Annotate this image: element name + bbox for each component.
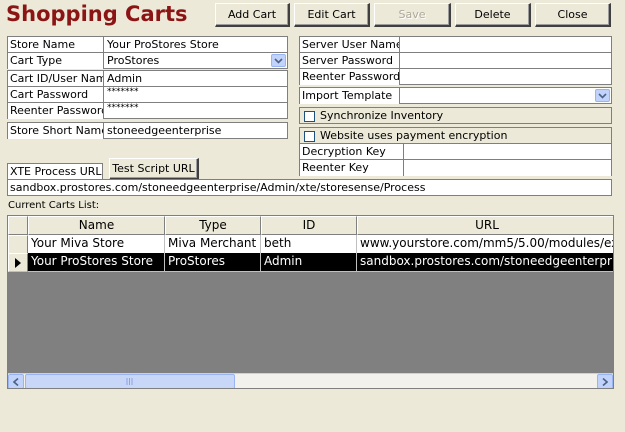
table-row[interactable]: Your Miva Store Miva Merchant beth www.y… — [8, 235, 613, 254]
row-selector-header — [8, 216, 28, 235]
short-name-panel: Store Short Name stoneedgeenterprise — [7, 122, 288, 139]
sync-inventory-checkbox[interactable] — [304, 111, 315, 122]
import-template-panel: Import Template — [299, 87, 612, 104]
cell-type: ProStores — [165, 253, 261, 272]
add-cart-button[interactable]: Add Cart — [215, 3, 290, 27]
cart-type-label: Cart Type — [8, 53, 104, 69]
import-template-select[interactable] — [400, 88, 611, 104]
test-script-url-label: Test Script URL — [112, 162, 195, 175]
xte-url-field[interactable]: sandbox.prostores.com/stoneedgeenterpris… — [7, 179, 612, 196]
sync-inventory-row[interactable]: Synchronize Inventory — [299, 107, 612, 124]
delete-button[interactable]: Delete — [455, 3, 531, 27]
server-reenter-password-label: Reenter Password — [300, 69, 400, 85]
reenter-key-field[interactable] — [404, 160, 611, 176]
server-panel: Server User Name Server Password Reenter… — [299, 36, 612, 85]
reenter-password-label: Reenter Password — [8, 103, 104, 119]
grid-header: Name Type ID URL — [8, 216, 613, 235]
import-template-label: Import Template — [300, 88, 400, 104]
xte-process-url-label: XTE Process URL — [7, 163, 103, 179]
store-name-label: Store Name — [8, 37, 104, 52]
chevron-down-icon[interactable] — [595, 89, 610, 102]
cell-url: www.yourstore.com/mm5/5.00/modules/expor… — [357, 235, 613, 254]
add-cart-label: Add Cart — [227, 8, 277, 21]
credentials-panel: Cart ID/User Name Admin Cart Password **… — [7, 70, 288, 119]
column-header-url[interactable]: URL — [357, 216, 613, 235]
scroll-thumb[interactable] — [25, 374, 235, 388]
store-short-name-field[interactable]: stoneedgeenterprise — [104, 123, 287, 139]
cell-id: beth — [261, 235, 357, 254]
column-header-id[interactable]: ID — [261, 216, 357, 235]
cart-type-select[interactable]: ProStores — [104, 53, 287, 69]
column-header-name[interactable]: Name — [28, 216, 165, 235]
cell-type: Miva Merchant — [165, 235, 261, 254]
cell-name: Your Miva Store — [28, 235, 165, 254]
server-password-field[interactable] — [400, 53, 611, 68]
save-label: Save — [398, 8, 426, 21]
encryption-panel: Website uses payment encryption Decrypti… — [299, 127, 612, 176]
cart-password-field[interactable]: ******* — [104, 87, 287, 102]
cell-name: Your ProStores Store — [28, 253, 165, 272]
column-header-type[interactable]: Type — [165, 216, 261, 235]
sync-inventory-label: Synchronize Inventory — [320, 109, 444, 122]
save-button[interactable]: Save — [374, 3, 451, 27]
test-script-url-button[interactable]: Test Script URL — [109, 158, 199, 180]
cell-url: sandbox.prostores.com/stoneedgeenterpris… — [357, 253, 613, 272]
server-reenter-password-field[interactable] — [400, 69, 611, 85]
server-password-label: Server Password — [300, 53, 400, 68]
carts-list-label: Current Carts List: — [8, 200, 100, 211]
row-selector[interactable] — [8, 235, 28, 254]
chevron-down-icon[interactable] — [271, 54, 286, 67]
decryption-key-label: Decryption Key — [300, 144, 404, 159]
close-label: Close — [557, 8, 588, 21]
scroll-left-icon[interactable] — [8, 374, 24, 388]
store-info-panel: Store Name Your ProStores Store Cart Typ… — [7, 36, 288, 69]
edit-cart-button[interactable]: Edit Cart — [294, 3, 370, 27]
reenter-key-label: Reenter Key — [300, 160, 404, 176]
server-user-label: Server User Name — [300, 37, 400, 52]
payment-encryption-row[interactable]: Website uses payment encryption — [300, 128, 611, 144]
cart-id-label: Cart ID/User Name — [8, 71, 104, 86]
payment-encryption-label: Website uses payment encryption — [320, 129, 508, 142]
cart-password-label: Cart Password — [8, 87, 104, 102]
row-selector[interactable] — [8, 253, 28, 272]
reenter-password-field[interactable]: ******* — [104, 103, 287, 119]
current-row-arrow-icon — [15, 257, 21, 268]
horizontal-scrollbar[interactable] — [8, 373, 613, 388]
store-short-name-label: Store Short Name — [8, 123, 104, 139]
store-name-field[interactable]: Your ProStores Store — [104, 37, 287, 52]
cart-id-field[interactable]: Admin — [104, 71, 287, 86]
payment-encryption-checkbox[interactable] — [304, 131, 315, 142]
table-row[interactable]: Your ProStores Store ProStores Admin san… — [8, 253, 613, 272]
close-button[interactable]: Close — [535, 3, 611, 27]
scroll-right-icon[interactable] — [597, 374, 613, 388]
edit-cart-label: Edit Cart — [307, 8, 356, 21]
carts-grid: Name Type ID URL Your Miva Store Miva Me… — [7, 215, 614, 389]
cell-id: Admin — [261, 253, 357, 272]
delete-label: Delete — [474, 8, 511, 21]
decryption-key-field[interactable] — [404, 144, 611, 159]
server-user-field[interactable] — [400, 37, 611, 52]
page-title: Shopping Carts — [6, 2, 188, 26]
cart-type-value: ProStores — [107, 54, 160, 67]
